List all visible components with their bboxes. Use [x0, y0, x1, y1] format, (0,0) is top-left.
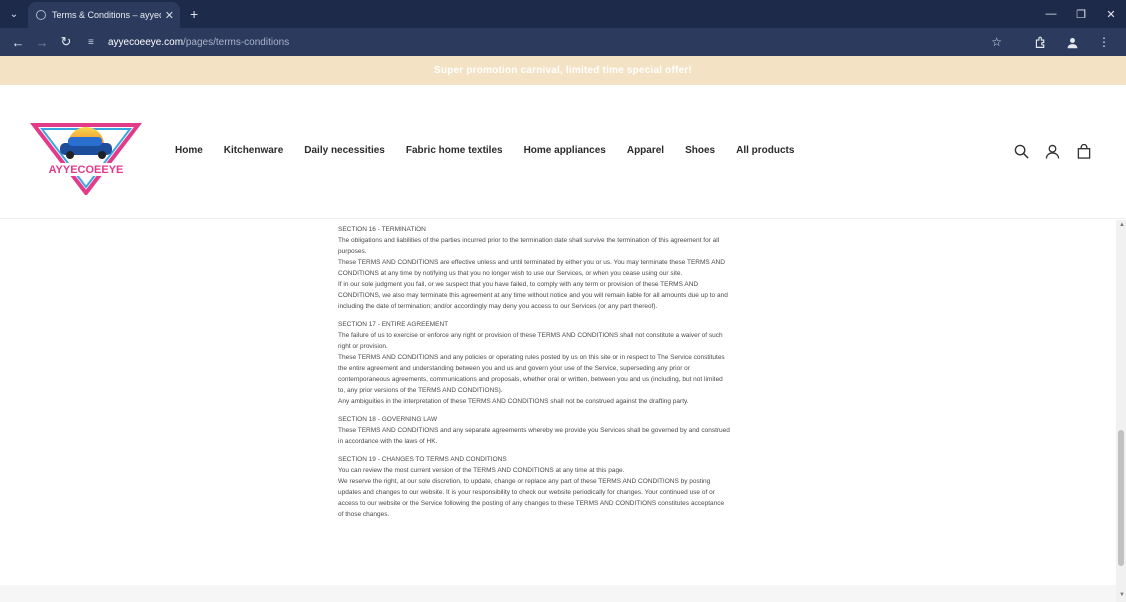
nav-daily-necessities[interactable]: Daily necessities [304, 145, 385, 156]
scroll-up-arrow-icon[interactable]: ▲ [1119, 222, 1125, 228]
paragraph-line: contemporaneous agreements, communicatio… [338, 376, 723, 383]
nav-home[interactable]: Home [175, 145, 203, 156]
paragraph-line: right or provision. [338, 343, 388, 350]
minimize-icon[interactable]: — [1036, 0, 1066, 28]
paragraph-line: of those changes. [338, 511, 390, 518]
paragraph-line: updates and changes to our website. It i… [338, 489, 715, 496]
address-bar[interactable]: ≡ ayyecoeeye.com /pages/terms-conditions… [88, 31, 1016, 53]
tab-search-chevron-icon[interactable]: ⌄ [0, 0, 28, 28]
promo-banner[interactable]: Super promotion carnival, limited time s… [0, 56, 1126, 85]
cart-bag-icon[interactable] [1075, 143, 1092, 160]
site-info-icon[interactable]: ≡ [88, 37, 102, 48]
paragraph-line: These TERMS AND CONDITIONS and any separ… [338, 427, 730, 434]
paragraph-line: Any ambiguities in the interpretation of… [338, 398, 689, 405]
tab-close-icon[interactable]: ✕ [165, 9, 174, 22]
promo-text: Super promotion carnival, limited time s… [434, 65, 692, 76]
paragraph-line: If in our sole judgment you fail, or we … [338, 281, 699, 288]
paragraph-line: including the date of termination; and/o… [338, 303, 658, 310]
url-host: ayyecoeeye.com [108, 36, 184, 48]
reload-icon[interactable]: ↻ [54, 30, 78, 54]
browser-tab-active[interactable]: Terms & Conditions – ayyecoee ✕ [28, 2, 180, 28]
browser-tab-bar: ⌄ Terms & Conditions – ayyecoee ✕ + — ❐ … [0, 0, 1126, 28]
section-heading: SECTION 19 - CHANGES TO TERMS AND CONDIT… [338, 456, 507, 463]
paragraph-line: access to our website or the Service fol… [338, 500, 725, 507]
paragraph-line: CONDITIONS at any time by notifying us t… [338, 270, 683, 277]
browser-toolbar: ← → ↻ ≡ ayyecoeeye.com /pages/terms-cond… [0, 28, 1126, 56]
nav-home-appliances[interactable]: Home appliances [524, 145, 606, 156]
section-heading: SECTION 16 - TERMINATION [338, 226, 426, 233]
paragraph-line: The obligations and liabilities of the p… [338, 237, 720, 244]
nav-all-products[interactable]: All products [736, 145, 794, 156]
nav-apparel[interactable]: Apparel [627, 145, 664, 156]
tab-favicon-icon [36, 10, 46, 20]
forward-arrow-icon[interactable]: → [30, 30, 54, 54]
scrollbar-thumb[interactable] [1118, 430, 1124, 566]
terms-section-18: SECTION 18 - GOVERNING LAW These TERMS A… [338, 414, 774, 447]
paragraph-line: We reserve the right, at our sole discre… [338, 478, 711, 485]
restore-icon[interactable]: ❐ [1066, 0, 1096, 28]
back-arrow-icon[interactable]: ← [6, 30, 30, 54]
paragraph-line: These TERMS AND CONDITIONS are effective… [338, 259, 725, 266]
new-tab-plus-icon[interactable]: + [190, 6, 198, 22]
paragraph-line: You can review the most current version … [338, 467, 625, 474]
paragraph-line: purposes. [338, 248, 367, 255]
window-close-icon[interactable]: ✕ [1096, 0, 1126, 28]
paragraph-line: to, any prior versions of the TERMS AND … [338, 387, 503, 394]
account-icon[interactable] [1044, 143, 1061, 160]
site-header: AYYECOEEYE Home Kitchenware Daily necess… [0, 85, 1126, 219]
logo-text: AYYECOEEYE [49, 164, 124, 176]
url-path: /pages/terms-conditions [183, 36, 290, 48]
scroll-down-arrow-icon[interactable]: ▼ [1119, 592, 1125, 598]
paragraph-line: These TERMS AND CONDITIONS and any polic… [338, 354, 725, 361]
browser-menu-kebab-icon[interactable]: ⋮ [1088, 35, 1120, 49]
extensions-puzzle-icon[interactable] [1024, 36, 1056, 49]
window-controls: — ❐ ✕ [1036, 0, 1126, 28]
terms-section-19: SECTION 19 - CHANGES TO TERMS AND CONDIT… [338, 454, 774, 520]
profile-icon[interactable] [1056, 36, 1088, 49]
nav-shoes[interactable]: Shoes [685, 145, 715, 156]
nav-kitchenware[interactable]: Kitchenware [224, 145, 283, 156]
tab-title: Terms & Conditions – ayyecoee [52, 10, 161, 20]
main-navigation: Home Kitchenware Daily necessities Fabri… [175, 145, 794, 156]
nav-fabric-home-textiles[interactable]: Fabric home textiles [406, 145, 503, 156]
paragraph-line: The failure of us to exercise or enforce… [338, 332, 723, 339]
paragraph-line: CONDITIONS, we also may terminate this a… [338, 292, 728, 299]
footer-top [0, 585, 1116, 602]
paragraph-line: in accordance with the laws of HK. [338, 438, 438, 445]
bookmark-star-icon[interactable]: ☆ [991, 35, 1002, 49]
site-logo[interactable]: AYYECOEEYE [29, 117, 143, 197]
terms-section-17: SECTION 17 - ENTIRE AGREEMENT The failur… [338, 319, 774, 407]
terms-section-16: SECTION 16 - TERMINATION The obligations… [338, 224, 774, 312]
section-heading: SECTION 17 - ENTIRE AGREEMENT [338, 321, 449, 328]
search-icon[interactable] [1013, 143, 1030, 160]
section-heading: SECTION 18 - GOVERNING LAW [338, 416, 438, 423]
paragraph-line: the entire agreement and understanding b… [338, 365, 690, 372]
terms-content: SECTION 16 - TERMINATION The obligations… [338, 210, 774, 527]
header-actions [1013, 143, 1092, 160]
